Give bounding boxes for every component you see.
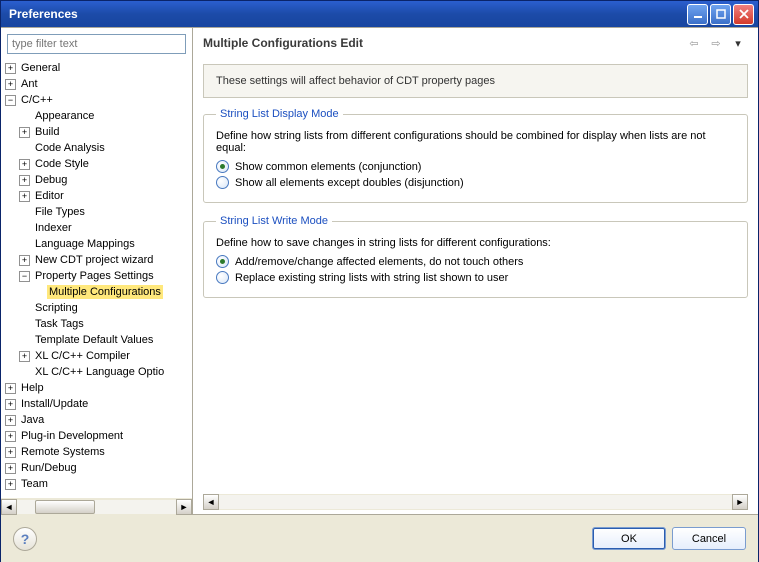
expand-icon[interactable]: +: [5, 399, 16, 410]
tree-item-editor[interactable]: +Editor: [19, 188, 188, 204]
radio-icon: [216, 271, 229, 284]
page-title: Multiple Configurations Edit: [203, 36, 682, 50]
page-body: These settings will affect behavior of C…: [193, 58, 758, 494]
expand-icon[interactable]: +: [5, 479, 16, 490]
content-area: +General +Ant −C/C++ Appearance +Build C…: [1, 27, 758, 514]
button-bar: ? OK Cancel: [1, 514, 758, 562]
group-display-mode: String List Display Mode Define how stri…: [203, 108, 748, 203]
tree-item-install-update[interactable]: +Install/Update: [5, 396, 188, 412]
scroll-left-icon[interactable]: ◄: [203, 494, 219, 510]
tree-item-lang-mappings[interactable]: Language Mappings: [19, 236, 188, 252]
window-title: Preferences: [9, 7, 685, 21]
expand-icon[interactable]: +: [5, 79, 16, 90]
expand-icon[interactable]: +: [19, 159, 30, 170]
radio-label: Show common elements (conjunction): [235, 161, 421, 173]
back-button[interactable]: ⇦: [684, 34, 704, 52]
radio-icon: [216, 160, 229, 173]
expand-icon[interactable]: +: [19, 175, 30, 186]
tree-item-task-tags[interactable]: Task Tags: [19, 316, 188, 332]
tree-item-indexer[interactable]: Indexer: [19, 220, 188, 236]
radio-label: Add/remove/change affected elements, do …: [235, 256, 523, 268]
scroll-thumb[interactable]: [35, 500, 95, 514]
expand-icon[interactable]: +: [5, 415, 16, 426]
expand-icon[interactable]: +: [5, 431, 16, 442]
tree-item-xl-compiler[interactable]: +XL C/C++ Compiler: [19, 348, 188, 364]
filter-input[interactable]: [7, 34, 186, 54]
radio-icon: [216, 255, 229, 268]
maximize-button[interactable]: [710, 4, 731, 25]
sidebar: +General +Ant −C/C++ Appearance +Build C…: [1, 28, 193, 514]
group-write-mode-desc: Define how to save changes in string lis…: [216, 237, 735, 249]
page-header: Multiple Configurations Edit ⇦ ⇨ ▾: [193, 28, 758, 58]
radio-write-affected[interactable]: Add/remove/change affected elements, do …: [216, 255, 735, 268]
tree-item-plugin-dev[interactable]: +Plug-in Development: [5, 428, 188, 444]
expand-icon[interactable]: +: [19, 127, 30, 138]
expand-icon[interactable]: +: [19, 191, 30, 202]
tree-item-prop-pages[interactable]: −Property Pages Settings: [19, 268, 188, 284]
ok-button[interactable]: OK: [592, 527, 666, 550]
group-display-mode-legend: String List Display Mode: [216, 108, 343, 120]
tree-item-new-cdt-wizard[interactable]: +New CDT project wizard: [19, 252, 188, 268]
tree-item-template-defaults[interactable]: Template Default Values: [19, 332, 188, 348]
tree-item-build[interactable]: +Build: [19, 124, 188, 140]
info-banner: These settings will affect behavior of C…: [203, 64, 748, 98]
close-button[interactable]: [733, 4, 754, 25]
tree-item-ant[interactable]: +Ant: [5, 76, 188, 92]
radio-display-disjunction[interactable]: Show all elements except doubles (disjun…: [216, 176, 735, 189]
collapse-icon[interactable]: −: [19, 271, 30, 282]
tree-item-code-style[interactable]: +Code Style: [19, 156, 188, 172]
tree-item-general[interactable]: +General: [5, 60, 188, 76]
expand-icon[interactable]: +: [5, 463, 16, 474]
radio-label: Replace existing string lists with strin…: [235, 272, 508, 284]
radio-icon: [216, 176, 229, 189]
radio-display-conjunction[interactable]: Show common elements (conjunction): [216, 160, 735, 173]
group-display-mode-desc: Define how string lists from different c…: [216, 130, 735, 154]
minimize-button[interactable]: [687, 4, 708, 25]
expand-icon[interactable]: +: [19, 351, 30, 362]
tree-item-debug[interactable]: +Debug: [19, 172, 188, 188]
scroll-track[interactable]: [17, 499, 176, 515]
expand-icon[interactable]: +: [5, 63, 16, 74]
tree-item-multi-config[interactable]: Multiple Configurations: [33, 284, 188, 300]
cancel-button[interactable]: Cancel: [672, 527, 746, 550]
right-pane: Multiple Configurations Edit ⇦ ⇨ ▾ These…: [193, 28, 758, 514]
sidebar-scrollbar-horizontal[interactable]: ◄ ►: [1, 498, 192, 514]
tree-item-xl-lang-opts[interactable]: XL C/C++ Language Optio: [19, 364, 188, 380]
rightpane-scrollbar-horizontal[interactable]: ◄ ►: [203, 494, 748, 510]
tree-item-scripting[interactable]: Scripting: [19, 300, 188, 316]
tree-item-remote-systems[interactable]: +Remote Systems: [5, 444, 188, 460]
help-button[interactable]: ?: [13, 527, 37, 551]
tree-item-file-types[interactable]: File Types: [19, 204, 188, 220]
view-menu-button[interactable]: ▾: [728, 34, 748, 52]
tree-item-code-analysis[interactable]: Code Analysis: [19, 140, 188, 156]
filter-container: [1, 28, 192, 60]
group-write-mode-legend: String List Write Mode: [216, 215, 332, 227]
scroll-track[interactable]: [219, 494, 732, 510]
collapse-icon[interactable]: −: [5, 95, 16, 106]
scroll-left-icon[interactable]: ◄: [1, 499, 17, 515]
radio-label: Show all elements except doubles (disjun…: [235, 177, 464, 189]
tree-item-java[interactable]: +Java: [5, 412, 188, 428]
expand-icon[interactable]: +: [5, 383, 16, 394]
radio-write-replace[interactable]: Replace existing string lists with strin…: [216, 271, 735, 284]
tree-item-team[interactable]: +Team: [5, 476, 188, 492]
scroll-right-icon[interactable]: ►: [732, 494, 748, 510]
tree-item-ccpp[interactable]: −C/C++: [5, 92, 188, 108]
expand-icon[interactable]: +: [19, 255, 30, 266]
tree-item-run-debug[interactable]: +Run/Debug: [5, 460, 188, 476]
group-write-mode: String List Write Mode Define how to sav…: [203, 215, 748, 298]
window-titlebar: Preferences: [1, 1, 758, 27]
expand-icon[interactable]: +: [5, 447, 16, 458]
forward-button[interactable]: ⇨: [706, 34, 726, 52]
tree-item-appearance[interactable]: Appearance: [19, 108, 188, 124]
scroll-right-icon[interactable]: ►: [176, 499, 192, 515]
tree-item-help[interactable]: +Help: [5, 380, 188, 396]
preferences-tree[interactable]: +General +Ant −C/C++ Appearance +Build C…: [1, 60, 192, 498]
